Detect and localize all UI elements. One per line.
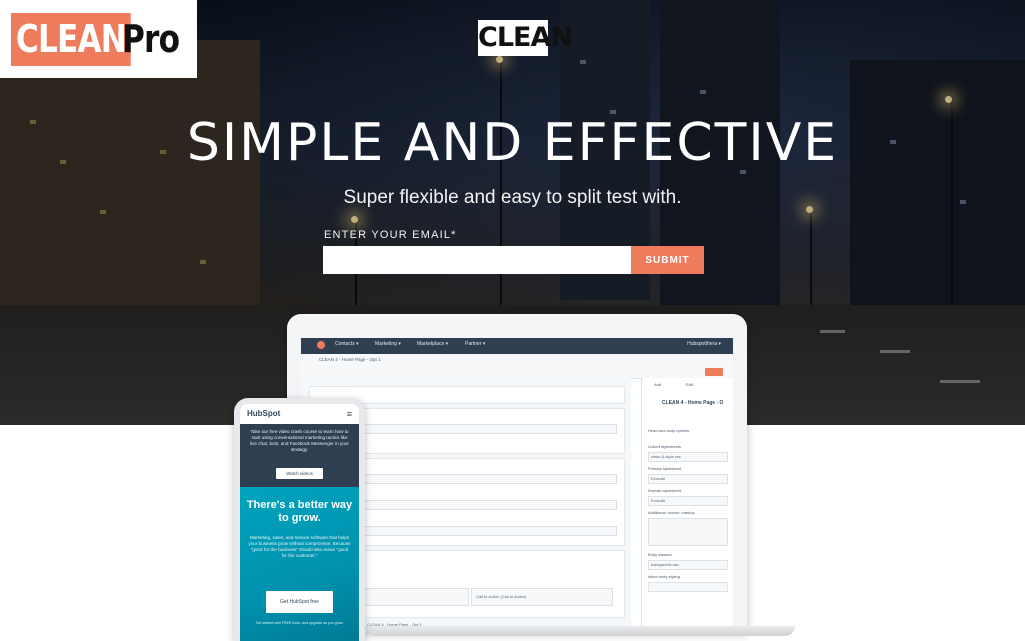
panel-value: transparent-nav — [651, 562, 680, 567]
app-nav-bar: Contacts ▾ Marketing ▾ Marketplace ▾ Par… — [301, 338, 733, 354]
phone-heading: There's a better way to grow. — [246, 499, 353, 524]
panel-value: Exclude — [651, 498, 666, 503]
laptop-base — [365, 626, 795, 636]
get-hubspot-free-button: Get HubSpot free — [266, 591, 333, 613]
nav-item-marketing: Marketing ▾ — [375, 341, 401, 347]
brand-logo[interactable]: CLEAN Pro — [0, 0, 197, 78]
editor-tab-title: CLEAN 4 - Home Page - Opt 1 — [319, 357, 381, 362]
page-subtitle: Super flexible and easy to split test wi… — [343, 187, 682, 208]
panel-label: Primary stylesheet — [648, 466, 681, 471]
panel-tab-edit: Edit — [686, 382, 693, 387]
panel-label: Linked stylesheets — [648, 444, 681, 449]
phone-hero: There's a better way to grow. Marketing,… — [240, 487, 359, 641]
hubspot-logo: HubSpot — [247, 409, 281, 418]
editor-cta-label: Call to Action (Call to Action) — [476, 594, 527, 599]
phone-mockup: HubSpot ≡ Take our free video crash cour… — [234, 398, 365, 641]
phone-body-text: Marketing, sales, and service software t… — [248, 535, 351, 558]
hubspot-sprocket-icon — [317, 341, 325, 349]
panel-value: Exclude — [651, 476, 666, 481]
panel-page-title: CLEAN 4 - Home Page - O — [662, 400, 724, 406]
phone-promo-banner: Take our free video crash course to lear… — [240, 424, 359, 487]
phone-promo-text: Take our free video crash course to lear… — [250, 429, 349, 452]
panel-field: Exclude — [648, 474, 728, 484]
panel-label: Additional <head> markup — [648, 510, 695, 515]
brand-logo-clean: CLEAN — [11, 13, 131, 66]
laptop-screen: Contacts ▾ Marketing ▾ Marketplace ▾ Par… — [301, 338, 733, 630]
panel-field: transparent-nav — [648, 560, 728, 570]
submit-button[interactable]: SUBMIT — [631, 246, 704, 274]
editor-cta: Call to Action (Call to Action) — [471, 588, 613, 606]
panel-field — [648, 582, 728, 592]
phone-screen: HubSpot ≡ Take our free video crash cour… — [240, 404, 359, 641]
brand-logo-pro: Pro — [122, 17, 180, 61]
panel-value: clean-4-style.css — [651, 454, 681, 459]
panel-field: Exclude — [648, 496, 728, 506]
publish-button — [705, 368, 723, 376]
nav-item-marketplace: Marketplace ▾ — [417, 341, 449, 347]
nav-item-contacts: Contacts ▾ — [335, 341, 359, 347]
panel-section-title: Head and body options — [648, 428, 690, 433]
phone-footnote: Get started with FREE tools, and upgrade… — [255, 621, 344, 625]
account-menu: Hubspotthera ▾ — [687, 341, 721, 347]
site-logo[interactable]: CLEAN — [478, 20, 573, 56]
hamburger-menu-icon: ≡ — [346, 409, 352, 419]
panel-label: Domain stylesheet — [648, 488, 681, 493]
phone-header: HubSpot ≡ — [240, 404, 359, 424]
page-title: SIMPLE AND EFFECTIVE — [186, 113, 839, 173]
panel-label: Body classes — [648, 552, 672, 557]
email-field[interactable] — [323, 246, 631, 274]
editor-side-panel: Add Edit CLEAN 4 - Home Page - O Head an… — [641, 378, 733, 630]
email-label: ENTER YOUR EMAIL* — [324, 229, 457, 241]
watch-videos-button: Watch videos — [276, 468, 323, 479]
panel-code-field — [648, 518, 728, 546]
nav-item-partner: Partner ▾ — [465, 341, 486, 347]
panel-label: Inline body styling — [648, 574, 680, 579]
panel-field: clean-4-style.css — [648, 452, 728, 462]
panel-tab-add: Add — [654, 382, 662, 387]
